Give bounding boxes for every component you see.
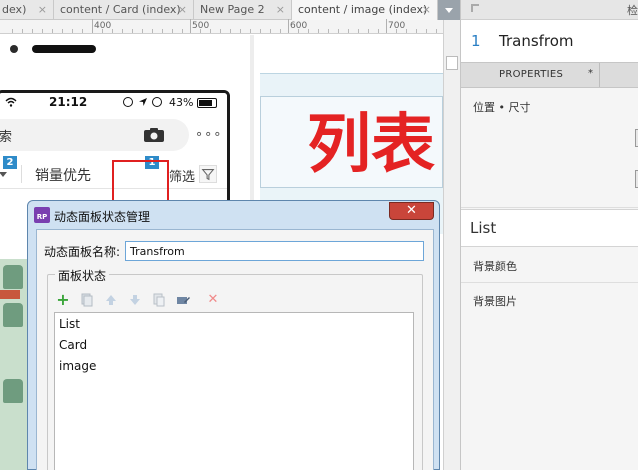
horizontal-ruler: 400 500 600 700: [0, 19, 460, 34]
panel-states-group: 面板状态 + ✕ List Card image: [47, 267, 423, 470]
tab-properties[interactable]: PROPERTIES: [499, 69, 563, 80]
tab-modified-marker: *: [588, 68, 593, 79]
tab-close-icon[interactable]: ×: [276, 0, 285, 20]
screen-filter-option[interactable]: 筛选: [169, 166, 195, 185]
background-image-row[interactable]: 背景图片: [461, 283, 638, 319]
state-style-header: List: [461, 209, 638, 247]
dialog-body: 动态面板名称: Transfrom 面板状态 + ✕ List Card ima…: [36, 229, 434, 470]
state-item-image[interactable]: image: [59, 359, 96, 373]
alarm-icon: [152, 97, 162, 107]
dialog-close-button[interactable]: ✕: [389, 202, 434, 220]
camera-dot: [10, 45, 18, 53]
state-item-list[interactable]: List: [59, 317, 80, 331]
tab-label: New Page 2: [200, 3, 265, 16]
dialog-titlebar[interactable]: RP 动态面板状态管理 ✕: [28, 201, 439, 229]
canvas-vertical-scrollbar[interactable]: [443, 20, 460, 470]
widget-name[interactable]: Transfrom: [499, 32, 574, 50]
edit-state-icon[interactable]: [176, 293, 190, 307]
tab-close-icon[interactable]: ×: [422, 0, 431, 20]
background-color-row[interactable]: 背景颜色: [461, 247, 638, 283]
tab-separator: [599, 63, 600, 87]
tab-close-icon[interactable]: ×: [38, 0, 47, 20]
battery-percentage: 43%: [169, 96, 194, 109]
tab-label: dex): [2, 3, 27, 16]
tab-index[interactable]: dex) ×: [0, 0, 54, 20]
position-size-section: 位置 • 尺寸: [461, 88, 638, 208]
location-arrow-icon: [139, 98, 147, 106]
shirt-thumbnail: [3, 265, 23, 289]
search-text: 索: [0, 130, 13, 145]
tab-label: content / Card (index): [60, 3, 181, 16]
widget-index: 1: [471, 32, 481, 50]
shirt-thumbnail: [3, 379, 23, 403]
tab-new-page-2[interactable]: New Page 2 ×: [194, 0, 292, 20]
move-up-icon[interactable]: [104, 293, 118, 307]
camera-icon[interactable]: [143, 127, 165, 143]
ruler-tick: [190, 19, 191, 33]
current-state-name: List: [470, 219, 497, 237]
move-down-icon[interactable]: [128, 293, 142, 307]
inspector-widget-title: 1 Transfrom: [461, 20, 638, 62]
speaker-pill: [32, 45, 96, 53]
panel-name-label: 动态面板名称:: [44, 245, 121, 259]
inspector-header: 检: [461, 0, 638, 20]
lock-rotation-icon: [123, 97, 133, 107]
list-preview-title: 列表: [307, 108, 435, 182]
background-image-label: 背景图片: [473, 295, 517, 308]
phone-search-bar[interactable]: 索: [0, 119, 189, 151]
app-logo-icon: RP: [34, 207, 50, 223]
background-color-label: 背景颜色: [473, 260, 517, 273]
inspector-panel: 检 1 Transfrom PROPERTIES * 位置 • 尺寸 List …: [460, 0, 638, 470]
inspector-tabs: PROPERTIES *: [461, 62, 638, 88]
filter-funnel-icon[interactable]: [199, 165, 217, 183]
duplicate-state-icon[interactable]: [80, 293, 94, 307]
shirt-thumbnail: [3, 303, 23, 327]
status-time: 21:12: [49, 95, 88, 109]
tab-list-dropdown-button[interactable]: [438, 0, 460, 20]
widget-badge-2: 2: [3, 156, 17, 169]
chevron-down-icon[interactable]: [0, 172, 7, 177]
document-tab-strip: dex) × content / Card (index) × New Page…: [0, 0, 460, 20]
tab-content-card[interactable]: content / Card (index) ×: [54, 0, 194, 20]
panel-name-input[interactable]: Transfrom: [125, 241, 424, 261]
battery-icon: [197, 98, 217, 108]
state-list[interactable]: List Card image: [54, 312, 414, 470]
more-options-icon[interactable]: ∘∘∘: [195, 127, 222, 142]
list-preview-box: 列表: [260, 96, 443, 188]
add-state-icon[interactable]: +: [56, 292, 70, 308]
pin-icon[interactable]: [471, 4, 479, 12]
position-size-label: 位置 • 尺寸: [473, 101, 531, 114]
price-tag-bar: [0, 290, 20, 299]
wifi-icon: [5, 97, 17, 107]
scrollbar-thumb[interactable]: [446, 56, 458, 70]
inspector-header-text: 检: [627, 4, 638, 17]
panel-states-label: 面板状态: [55, 267, 110, 284]
phone-status-bar: 21:12 43%: [0, 93, 227, 113]
sales-priority-option[interactable]: 销量优先: [35, 165, 91, 185]
dynamic-panel-state-manager-dialog: RP 动态面板状态管理 ✕ 动态面板名称: Transfrom 面板状态 + ✕…: [27, 200, 440, 470]
tab-close-icon[interactable]: ×: [178, 0, 187, 20]
states-toolbar: + ✕: [56, 292, 256, 309]
delete-state-icon[interactable]: ✕: [206, 293, 220, 307]
ruler-tick: [92, 19, 93, 33]
ruler-tick: [386, 19, 387, 33]
ruler-tick: [288, 19, 289, 33]
dialog-title: 动态面板状态管理: [54, 210, 151, 224]
tab-content-image[interactable]: content / image (index) ×: [292, 0, 438, 20]
tab-label: content / image (index): [298, 3, 428, 16]
edit-all-states-icon[interactable]: [152, 293, 166, 307]
state-item-card[interactable]: Card: [59, 338, 87, 352]
filter-divider: [21, 165, 22, 183]
